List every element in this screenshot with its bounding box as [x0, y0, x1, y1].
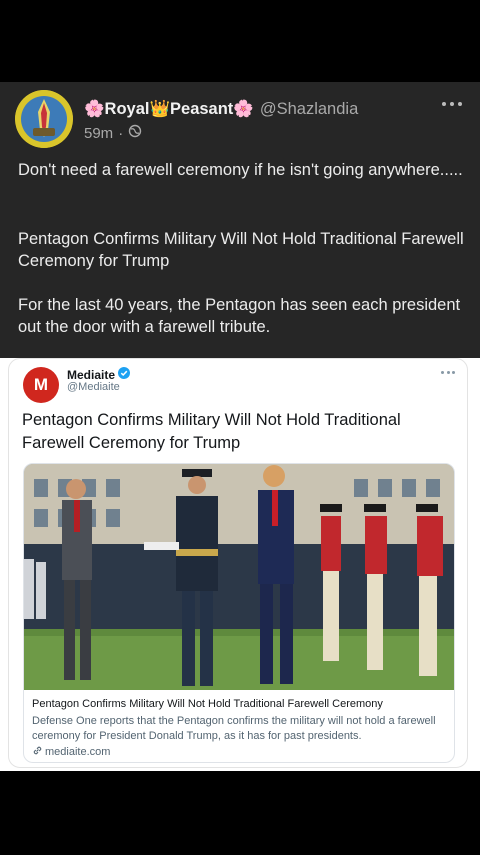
post-meta: 59m ·: [84, 124, 142, 142]
social-post: 🌸Royal👑Peasant🌸 @Shazlandia 59m · Don't n…: [0, 82, 480, 358]
verified-badge-icon: [118, 367, 131, 382]
author-handle[interactable]: @Shazlandia: [260, 100, 358, 118]
embedded-tweet[interactable]: M Mediaite @Mediaite Pentagon Confirms M…: [8, 358, 468, 768]
post-time[interactable]: 59m: [84, 125, 113, 142]
source-handle[interactable]: @Mediaite: [67, 381, 120, 393]
mediaite-logo[interactable]: M: [23, 367, 59, 403]
author-row: 🌸Royal👑Peasant🌸 @Shazlandia: [84, 100, 358, 119]
preview-link-row[interactable]: mediaite.com: [32, 745, 110, 759]
globe-icon: [128, 124, 142, 142]
author-display-name[interactable]: 🌸Royal👑Peasant🌸: [84, 100, 254, 118]
preview-title[interactable]: Pentagon Confirms Military Will Not Hold…: [32, 698, 383, 710]
preview-description: Defense One reports that the Pentagon co…: [32, 715, 436, 742]
avatar[interactable]: [15, 90, 73, 148]
post-text-headline: Pentagon Confirms Military Will Not Hold…: [18, 230, 464, 270]
link-icon: [32, 745, 43, 759]
post-text-summary: For the last 40 years, the Pentagon has …: [18, 296, 461, 336]
embed-more-icon[interactable]: [441, 369, 455, 375]
more-options-icon[interactable]: [442, 99, 462, 109]
preview-domain[interactable]: mediaite.com: [45, 746, 110, 758]
source-name-row: Mediaite: [67, 367, 131, 382]
source-name[interactable]: Mediaite: [67, 368, 115, 382]
ceremony-photo: [24, 464, 454, 690]
embed-headline: Pentagon Confirms Military Will Not Hold…: [22, 411, 401, 452]
post-text-comment: Don't need a farewell ceremony if he isn…: [18, 161, 463, 179]
link-preview-card[interactable]: Pentagon Confirms Military Will Not Hold…: [23, 463, 455, 763]
